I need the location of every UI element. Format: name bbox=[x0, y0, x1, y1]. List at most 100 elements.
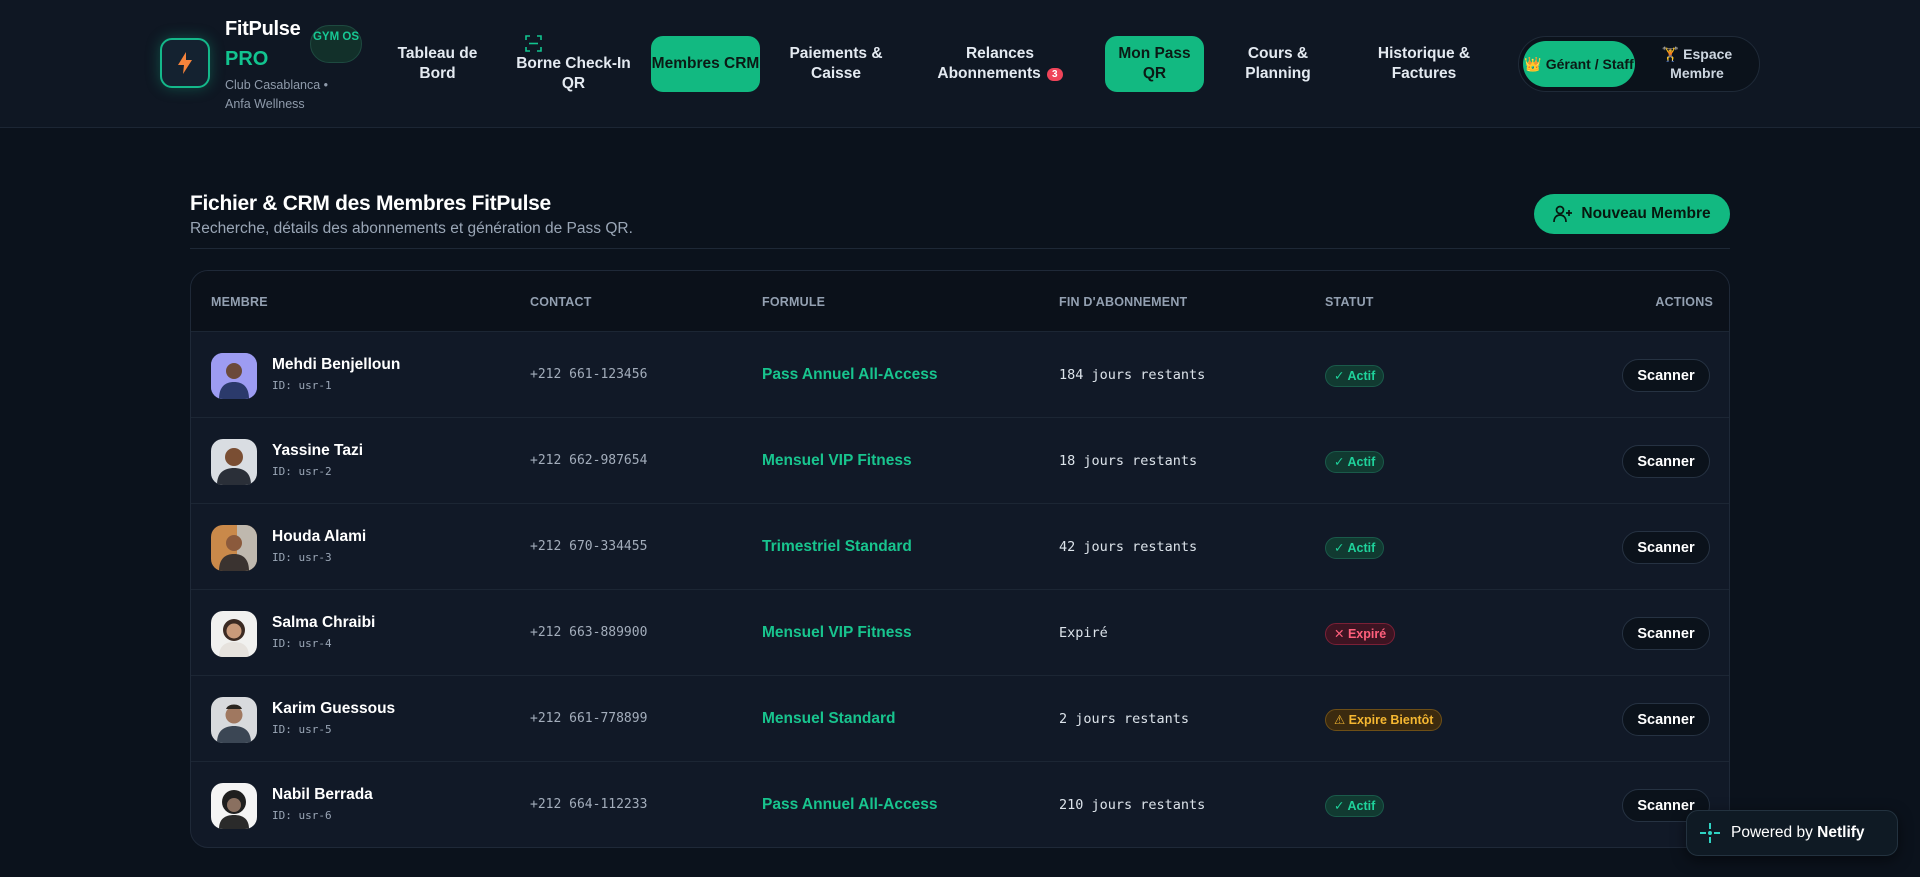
user-photo-icon bbox=[211, 783, 257, 829]
member-contact: +212 661-123456 bbox=[530, 367, 648, 382]
member-id: ID: usr-4 bbox=[272, 637, 332, 650]
table-header: MEMBRE CONTACT FORMULE FIN D'ABONNEMENT … bbox=[191, 271, 1729, 332]
nav-label: Relances Abonnements 3 bbox=[924, 44, 1076, 84]
member-name[interactable]: Houda Alami bbox=[272, 528, 366, 546]
member-plan: Mensuel VIP Fitness bbox=[762, 452, 912, 469]
netlify-logo-icon bbox=[1700, 823, 1720, 843]
nav-borne-check-in[interactable]: Borne Check-In QR bbox=[515, 46, 632, 102]
netlify-prefix: Powered by bbox=[1731, 824, 1813, 841]
column-header-member[interactable]: MEMBRE bbox=[211, 295, 268, 309]
scan-button[interactable]: Scanner bbox=[1622, 531, 1710, 564]
status-badge: ✓ Actif bbox=[1325, 365, 1385, 387]
column-header-status[interactable]: STATUT bbox=[1325, 295, 1374, 309]
status-badge: ⚠ Expire Bientôt bbox=[1325, 709, 1443, 731]
member-contact: +212 662-987654 bbox=[530, 453, 648, 468]
nav-mon-pass-qr[interactable]: Mon Pass QR bbox=[1105, 36, 1204, 92]
user-photo-icon bbox=[211, 611, 257, 657]
nav-label-text: Relances Abonnements bbox=[937, 45, 1041, 82]
nav-label: Tableau de Bord bbox=[397, 45, 478, 82]
member-plan: Trimestriel Standard bbox=[762, 538, 912, 555]
subscription-end: 184 jours restants bbox=[1059, 367, 1206, 383]
table-row[interactable]: Salma Chraibi ID: usr-4 +212 663-889900 … bbox=[191, 590, 1729, 676]
member-id: ID: usr-1 bbox=[272, 379, 332, 392]
nav-relances-abonnements[interactable]: Relances Abonnements 3 bbox=[924, 36, 1076, 92]
member-contact: +212 670-334455 bbox=[530, 539, 648, 554]
member-name[interactable]: Mehdi Benjelloun bbox=[272, 356, 400, 374]
member-name[interactable]: Nabil Berrada bbox=[272, 786, 373, 804]
subscription-end: 42 jours restants bbox=[1059, 539, 1198, 555]
table-row[interactable]: Houda Alami ID: usr-3 +212 670-334455 Tr… bbox=[191, 504, 1729, 590]
role-switcher: 👑 Gérant / Staff 🏋 Espace Membre bbox=[1518, 36, 1760, 92]
nav-label: Paiements & Caisse bbox=[789, 45, 883, 82]
lightning-icon bbox=[178, 52, 192, 74]
brand-tier: PRO bbox=[225, 48, 269, 70]
avatar bbox=[211, 353, 257, 399]
member-contact: +212 661-778899 bbox=[530, 711, 648, 726]
notification-badge: 3 bbox=[1047, 68, 1063, 81]
table-row[interactable]: Yassine Tazi ID: usr-2 +212 662-987654 M… bbox=[191, 418, 1729, 504]
subscription-end: Expiré bbox=[1059, 625, 1108, 641]
avatar bbox=[211, 611, 257, 657]
new-member-label: Nouveau Membre bbox=[1581, 205, 1711, 222]
column-header-actions: ACTIONS bbox=[1655, 295, 1713, 309]
nav-cours-planning[interactable]: Cours & Planning bbox=[1230, 36, 1326, 92]
user-photo-icon bbox=[211, 439, 257, 485]
nav-historique-factures[interactable]: Historique & Factures bbox=[1360, 36, 1488, 92]
table-row[interactable]: Mehdi Benjelloun ID: usr-1 +212 661-1234… bbox=[191, 332, 1729, 418]
status-badge: ✓ Actif bbox=[1325, 451, 1385, 473]
table-row[interactable]: Karim Guessous ID: usr-5 +212 661-778899… bbox=[191, 676, 1729, 762]
member-contact: +212 664-112233 bbox=[530, 797, 648, 812]
scan-button[interactable]: Scanner bbox=[1622, 617, 1710, 650]
member-plan: Mensuel Standard bbox=[762, 710, 896, 727]
scan-button[interactable]: Scanner bbox=[1622, 703, 1710, 736]
member-name[interactable]: Yassine Tazi bbox=[272, 442, 363, 460]
scan-button[interactable]: Scanner bbox=[1622, 445, 1710, 478]
member-plan: Mensuel VIP Fitness bbox=[762, 624, 912, 641]
top-navigation-bar: FitPulse PRO Club Casablanca • Anfa Well… bbox=[0, 0, 1920, 128]
nav-tableau-de-bord[interactable]: Tableau de Bord bbox=[385, 36, 490, 92]
user-photo-icon bbox=[211, 525, 257, 571]
subscription-end: 2 jours restants bbox=[1059, 711, 1190, 727]
member-contact: +212 663-889900 bbox=[530, 625, 648, 640]
add-user-icon bbox=[1553, 205, 1573, 223]
avatar bbox=[211, 525, 257, 571]
avatar bbox=[211, 439, 257, 485]
divider bbox=[190, 248, 1730, 249]
member-id: ID: usr-6 bbox=[272, 809, 332, 822]
member-plan: Pass Annuel All-Access bbox=[762, 366, 938, 383]
role-member-label: Espace Membre bbox=[1670, 46, 1733, 81]
nav-paiements-caisse[interactable]: Paiements & Caisse bbox=[778, 36, 894, 92]
role-staff-content: 👑 Gérant / Staff bbox=[1524, 55, 1633, 74]
avatar bbox=[211, 697, 257, 743]
members-table: MEMBRE CONTACT FORMULE FIN D'ABONNEMENT … bbox=[190, 270, 1730, 848]
new-member-button[interactable]: Nouveau Membre bbox=[1534, 194, 1730, 234]
member-id: ID: usr-5 bbox=[272, 723, 332, 736]
app-logo[interactable] bbox=[160, 38, 210, 88]
role-staff-button[interactable]: 👑 Gérant / Staff bbox=[1523, 41, 1635, 87]
nav-label: Historique & Factures bbox=[1377, 45, 1471, 82]
page-title: Fichier & CRM des Membres FitPulse bbox=[190, 192, 551, 215]
nav-label: Membres CRM bbox=[651, 55, 760, 72]
member-id: ID: usr-3 bbox=[272, 551, 332, 564]
powered-by-netlify-badge[interactable]: Powered by Netlify bbox=[1686, 810, 1898, 856]
nav-membres-crm[interactable]: Membres CRM bbox=[651, 36, 760, 92]
netlify-text: Powered by Netlify bbox=[1731, 824, 1865, 842]
subscription-end: 18 jours restants bbox=[1059, 453, 1198, 469]
status-badge: ✓ Actif bbox=[1325, 795, 1385, 817]
scan-button[interactable]: Scanner bbox=[1622, 359, 1710, 392]
column-header-end[interactable]: FIN D'ABONNEMENT bbox=[1059, 295, 1187, 309]
role-staff-label: Gérant / Staff bbox=[1545, 55, 1634, 72]
role-member-button[interactable]: 🏋 Espace Membre bbox=[1641, 41, 1753, 87]
column-header-plan[interactable]: FORMULE bbox=[762, 295, 825, 309]
member-name[interactable]: Karim Guessous bbox=[272, 700, 395, 718]
page-subtitle: Recherche, détails des abonnements et gé… bbox=[190, 220, 633, 237]
avatar bbox=[211, 783, 257, 829]
column-header-contact[interactable]: CONTACT bbox=[530, 295, 592, 309]
crown-icon: 👑 bbox=[1524, 55, 1542, 72]
role-member-content: 🏋 Espace Membre bbox=[1641, 45, 1753, 83]
status-badge: ✕ Expiré bbox=[1325, 623, 1396, 645]
member-name[interactable]: Salma Chraibi bbox=[272, 614, 375, 632]
table-row[interactable]: Nabil Berrada ID: usr-6 +212 664-112233 … bbox=[191, 762, 1729, 847]
club-name: Club Casablanca • Anfa Wellness bbox=[225, 78, 329, 111]
nav-label: Cours & Planning bbox=[1245, 45, 1311, 82]
